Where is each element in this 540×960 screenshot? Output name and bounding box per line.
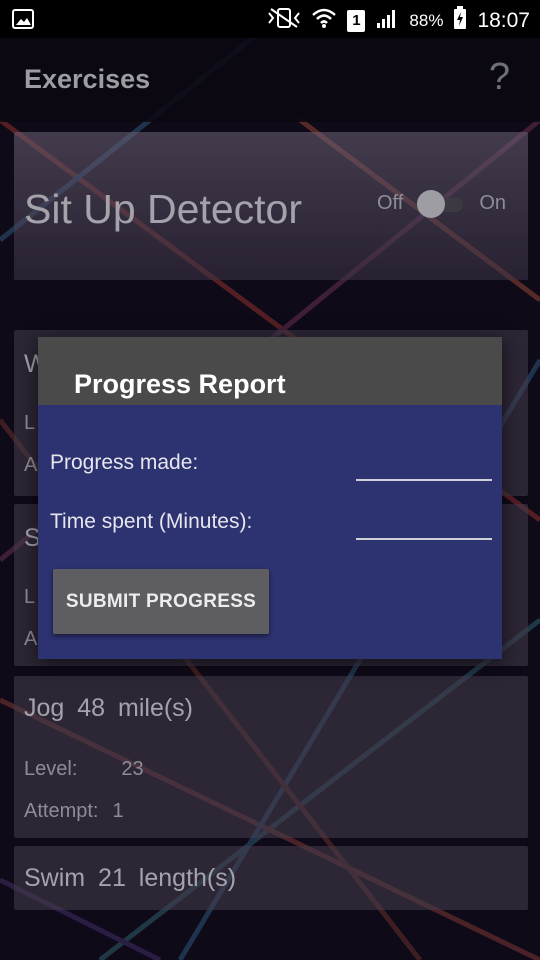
battery-charging-icon xyxy=(453,6,467,35)
attempt-value: 1 xyxy=(112,800,124,822)
sim-slot-badge: 1 xyxy=(347,9,366,32)
detector-title: Sit Up Detector xyxy=(24,186,302,232)
status-bar: 1 88% 18:07 xyxy=(0,0,540,38)
progress-report-dialog: Progress Report Progress made: Time spen… xyxy=(38,337,502,659)
time-spent-label: Time spent (Minutes): xyxy=(50,510,253,533)
signal-icon xyxy=(375,7,399,34)
switch-thumb xyxy=(417,189,446,218)
progress-made-label: Progress made: xyxy=(50,451,199,474)
exercise-card-swim[interactable]: Swim 21 length(s) xyxy=(14,846,528,910)
exercise-title: Swim 21 length(s) xyxy=(24,864,237,892)
level-value: 23 xyxy=(121,758,144,780)
battery-percent: 88% xyxy=(409,10,444,30)
detector-switch[interactable] xyxy=(417,189,465,218)
wifi-icon xyxy=(311,7,337,34)
exercise-title: Jog 48 mile(s) xyxy=(24,694,193,722)
image-icon xyxy=(12,8,34,35)
exercise-level-label: L xyxy=(24,412,36,434)
exercise-attempt-label: A xyxy=(24,628,38,650)
progress-made-input[interactable] xyxy=(356,449,492,481)
detector-toggle-group: Off On xyxy=(377,189,506,218)
submit-progress-button[interactable]: SUBMIT PROGRESS xyxy=(53,569,269,634)
level-row: Level: 23 xyxy=(24,758,144,781)
toggle-off-label: Off xyxy=(377,192,404,214)
dialog-title: Progress Report xyxy=(74,369,286,399)
exercise-level-label: L xyxy=(24,586,36,608)
page-title: Exercises xyxy=(24,64,151,94)
level-label: Level: xyxy=(24,758,78,780)
mute-vibrate-icon xyxy=(267,7,301,34)
app-bar: Exercises ? xyxy=(0,38,540,122)
clock: 18:07 xyxy=(477,8,530,32)
time-spent-input[interactable] xyxy=(356,508,492,540)
exercise-attempt-label: A xyxy=(24,454,38,476)
toggle-on-label: On xyxy=(479,192,506,214)
sit-up-detector-card: Sit Up Detector Off On xyxy=(14,132,528,280)
attempt-label: Attempt: xyxy=(24,800,99,822)
help-icon[interactable]: ? xyxy=(489,56,510,99)
attempt-row: Attempt: 1 xyxy=(24,800,124,823)
exercise-card-jog[interactable]: Jog 48 mile(s) Level: 23 Attempt: 1 xyxy=(14,676,528,838)
dialog-body: Progress made: Time spent (Minutes): SUB… xyxy=(38,405,502,659)
dialog-header: Progress Report xyxy=(38,337,502,405)
